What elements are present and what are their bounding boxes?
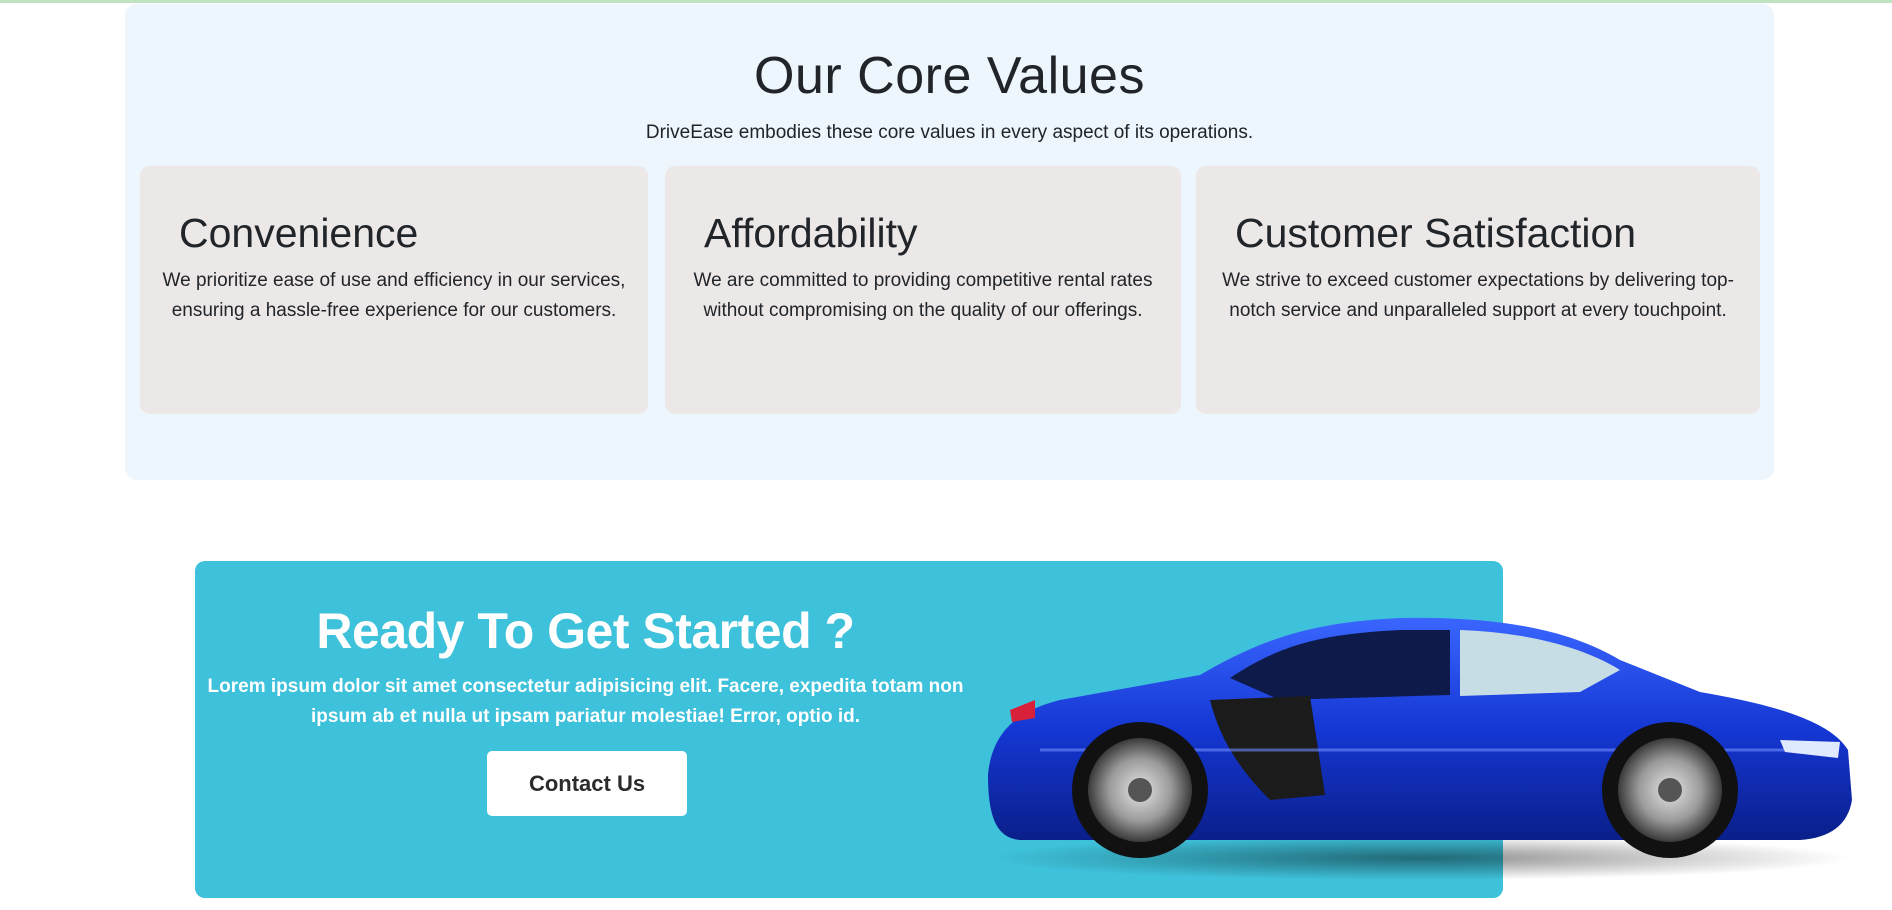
core-values-subtitle: DriveEase embodies these core values in …	[645, 122, 1254, 143]
value-card-text: We are committed to providing competitiv…	[693, 270, 1153, 321]
get-started-title: Ready To Get Started ?	[316, 603, 855, 659]
core-values-section: Our Core Values DriveEase embodies these…	[125, 4, 1774, 480]
car-image	[988, 617, 1852, 880]
core-values-title: Our Core Values	[754, 47, 1145, 105]
value-card-text: We strive to exceed customer expectation…	[1222, 270, 1734, 321]
value-card-convenience: Convenience We prioritize ease of use an…	[140, 166, 648, 414]
value-card-title: Convenience	[179, 210, 419, 256]
value-card-affordability: Affordability We are committed to provid…	[665, 166, 1181, 414]
value-card-customer-satisfaction: Customer Satisfaction We strive to excee…	[1196, 166, 1760, 414]
contact-us-button[interactable]: Contact Us	[487, 751, 687, 816]
value-card-text: We prioritize ease of use and efficiency…	[162, 270, 626, 321]
top-divider	[0, 0, 1892, 3]
get-started-text: Lorem ipsum dolor sit amet consectetur a…	[207, 676, 964, 727]
value-card-title: Affordability	[704, 210, 918, 256]
value-card-title: Customer Satisfaction	[1235, 210, 1637, 256]
